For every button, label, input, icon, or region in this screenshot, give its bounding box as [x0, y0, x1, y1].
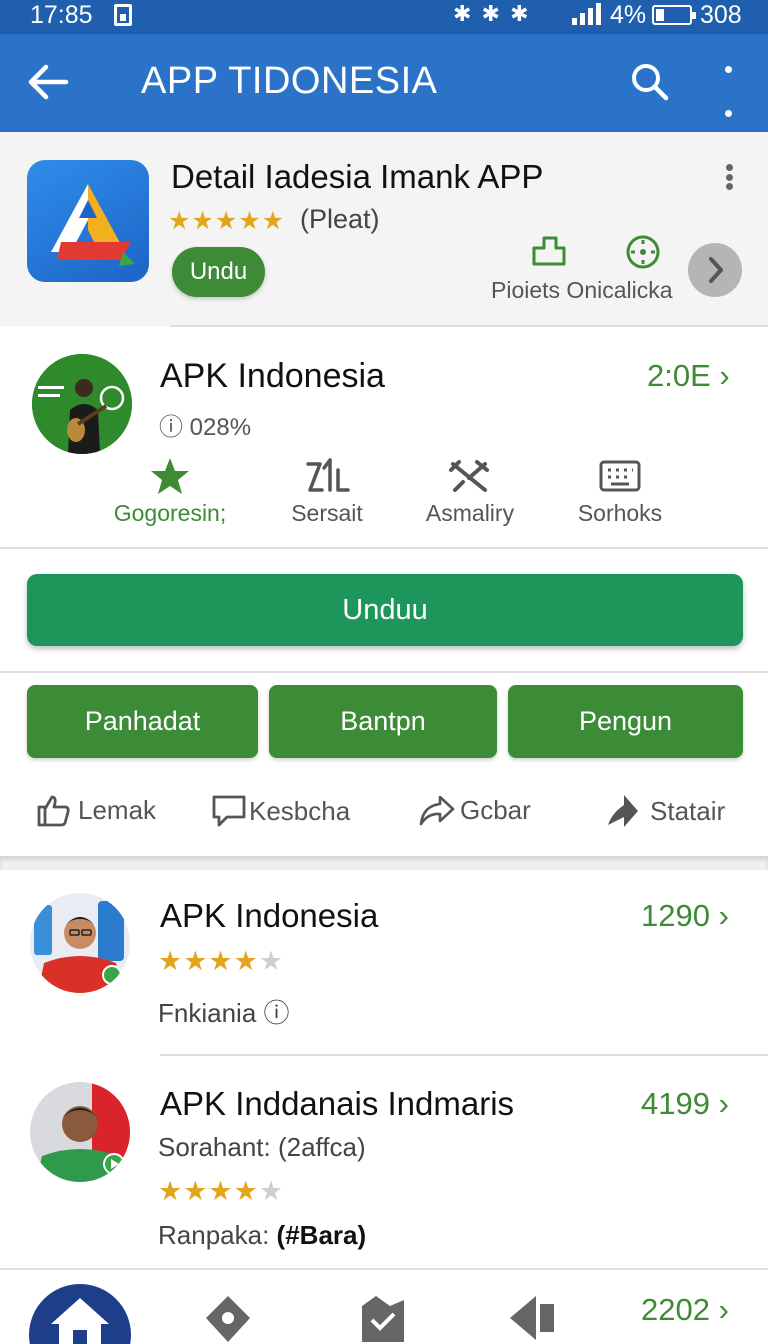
- list-item-detail: Sorahant: (2affca): [158, 1132, 366, 1162]
- app-title: APP TIDONESIA: [141, 60, 438, 102]
- sim-icon: [114, 4, 132, 26]
- bottom-price-value: 2202: [641, 1292, 710, 1327]
- home-icon: [51, 1298, 109, 1344]
- inbox-nav-icon[interactable]: [356, 1292, 408, 1344]
- header-install-button[interactable]: Undu: [172, 247, 265, 297]
- battery-icon: [652, 5, 696, 25]
- chevron-right-icon: ›: [718, 1292, 729, 1327]
- send-icon: [608, 795, 638, 827]
- stat-rating[interactable]: Gogoresin;: [106, 456, 234, 527]
- sort-icon: [306, 458, 350, 492]
- stat-sort[interactable]: Sersait: [276, 456, 378, 527]
- star-icon: [151, 458, 189, 494]
- featured-info: ⓘ 028%: [159, 414, 252, 441]
- featured-price-value: 2:0E: [647, 358, 711, 393]
- comment-label: Kesbcha: [249, 795, 351, 826]
- header-stars: ★★★★★: [168, 207, 286, 235]
- stars-filled: ★★★★: [158, 946, 259, 976]
- header-title: Detail Iadesia Imank APP: [171, 158, 544, 195]
- location-nav-icon[interactable]: [202, 1292, 254, 1344]
- keyboard-icon: [599, 460, 641, 492]
- stars-empty: ★: [258, 946, 285, 976]
- divider: [0, 671, 768, 673]
- bluetooth-icon: ✱ ✱ ✱: [453, 1, 531, 26]
- back-arrow-icon[interactable]: [26, 62, 70, 102]
- chevron-right-icon: ›: [719, 358, 730, 393]
- bottom-price[interactable]: 2202 ›: [641, 1292, 729, 1328]
- divider: [160, 1054, 768, 1056]
- list-item-price-value: 4199: [641, 1086, 710, 1121]
- forward-icon: [419, 795, 455, 826]
- stat-tools[interactable]: Asmaliry: [414, 456, 526, 527]
- stat-label: Gogoresin;: [113, 500, 227, 526]
- share-label: Gcbar: [460, 794, 531, 825]
- status-label: Statair: [650, 795, 726, 826]
- featured-app-name: APK Indonesia: [160, 357, 385, 395]
- back-nav-icon[interactable]: [506, 1292, 558, 1344]
- list-item-price-value: 1290: [641, 898, 710, 933]
- list-item-name: APK Inddanais Indmaris: [160, 1085, 515, 1122]
- tab-button-1[interactable]: Panhadat: [27, 685, 258, 758]
- home-nav-button[interactable]: [29, 1284, 131, 1344]
- list-item-avatar[interactable]: [30, 893, 130, 993]
- share-button[interactable]: Gcbar: [418, 793, 531, 827]
- bottom-navigation: 2202 ›: [0, 1268, 768, 1344]
- divider: [170, 325, 768, 327]
- compass-icon[interactable]: [625, 234, 661, 270]
- list-item-stars: ★★★★★: [158, 1176, 284, 1207]
- app-logo-icon: [27, 160, 149, 282]
- stat-label: Sersait: [291, 500, 363, 526]
- featured-price[interactable]: 2:0E ›: [647, 358, 730, 394]
- like-button[interactable]: Lemak: [36, 793, 156, 827]
- tools-icon: [449, 460, 489, 492]
- chevron-right-icon: ›: [718, 898, 729, 933]
- like-label: Lemak: [78, 794, 157, 825]
- app-bar: APP TIDONESIA: [0, 34, 768, 160]
- list-item-subtitle: Fnkiania ⓘ: [158, 998, 290, 1028]
- subtitle-bold: (#Bara): [276, 1220, 367, 1250]
- subtitle-prefix: Ranpaka:: [158, 1220, 270, 1250]
- section-separator: [0, 856, 768, 870]
- stat-keyboard[interactable]: Sorhoks: [567, 456, 673, 527]
- tab-button-2[interactable]: Bantpn: [269, 685, 497, 758]
- download-button[interactable]: Unduu: [27, 574, 743, 646]
- chevron-right-icon: ›: [718, 1086, 729, 1121]
- comment-icon: [212, 795, 246, 827]
- stat-label: Sorhoks: [577, 500, 663, 526]
- list-item-name: APK Indonesia: [160, 897, 379, 934]
- list-item-subtitle: Ranpaka: (#Bara): [158, 1220, 366, 1251]
- featured-avatar[interactable]: [32, 354, 132, 454]
- list-item-avatar[interactable]: [30, 1082, 130, 1182]
- tab-button-3[interactable]: Pengun: [508, 685, 743, 758]
- next-arrow-button[interactable]: [688, 243, 742, 297]
- thumbs-up-icon: [37, 795, 70, 827]
- header-actions-label: Pioiets Onicalicka: [491, 277, 673, 303]
- stars-empty: ★: [258, 1176, 285, 1206]
- signal-icon: [572, 3, 602, 25]
- header-more-icon[interactable]: [722, 162, 736, 192]
- share-icon[interactable]: [530, 234, 568, 268]
- list-item-price[interactable]: 4199 ›: [641, 1086, 729, 1122]
- header-rating-label: (Pleat): [300, 204, 380, 234]
- stars-filled: ★★★★: [158, 1176, 259, 1206]
- status-bar: 17:85 ✱ ✱ ✱ 4% 308: [0, 0, 768, 34]
- status-extra: 308: [700, 1, 742, 29]
- search-icon[interactable]: [630, 62, 670, 102]
- app-header-card: Detail Iadesia Imank APP ★★★★★ (Pleat) U…: [0, 132, 768, 326]
- status-button[interactable]: Statair: [604, 793, 725, 829]
- status-time: 17:85: [30, 1, 93, 29]
- list-item-stars: ★★★★★: [158, 946, 284, 977]
- battery-percent: 4%: [610, 1, 647, 29]
- comment-button[interactable]: Kesbcha: [211, 793, 350, 829]
- stat-label: Asmaliry: [425, 500, 515, 526]
- divider: [0, 547, 768, 549]
- list-item-price[interactable]: 1290 ›: [641, 898, 729, 934]
